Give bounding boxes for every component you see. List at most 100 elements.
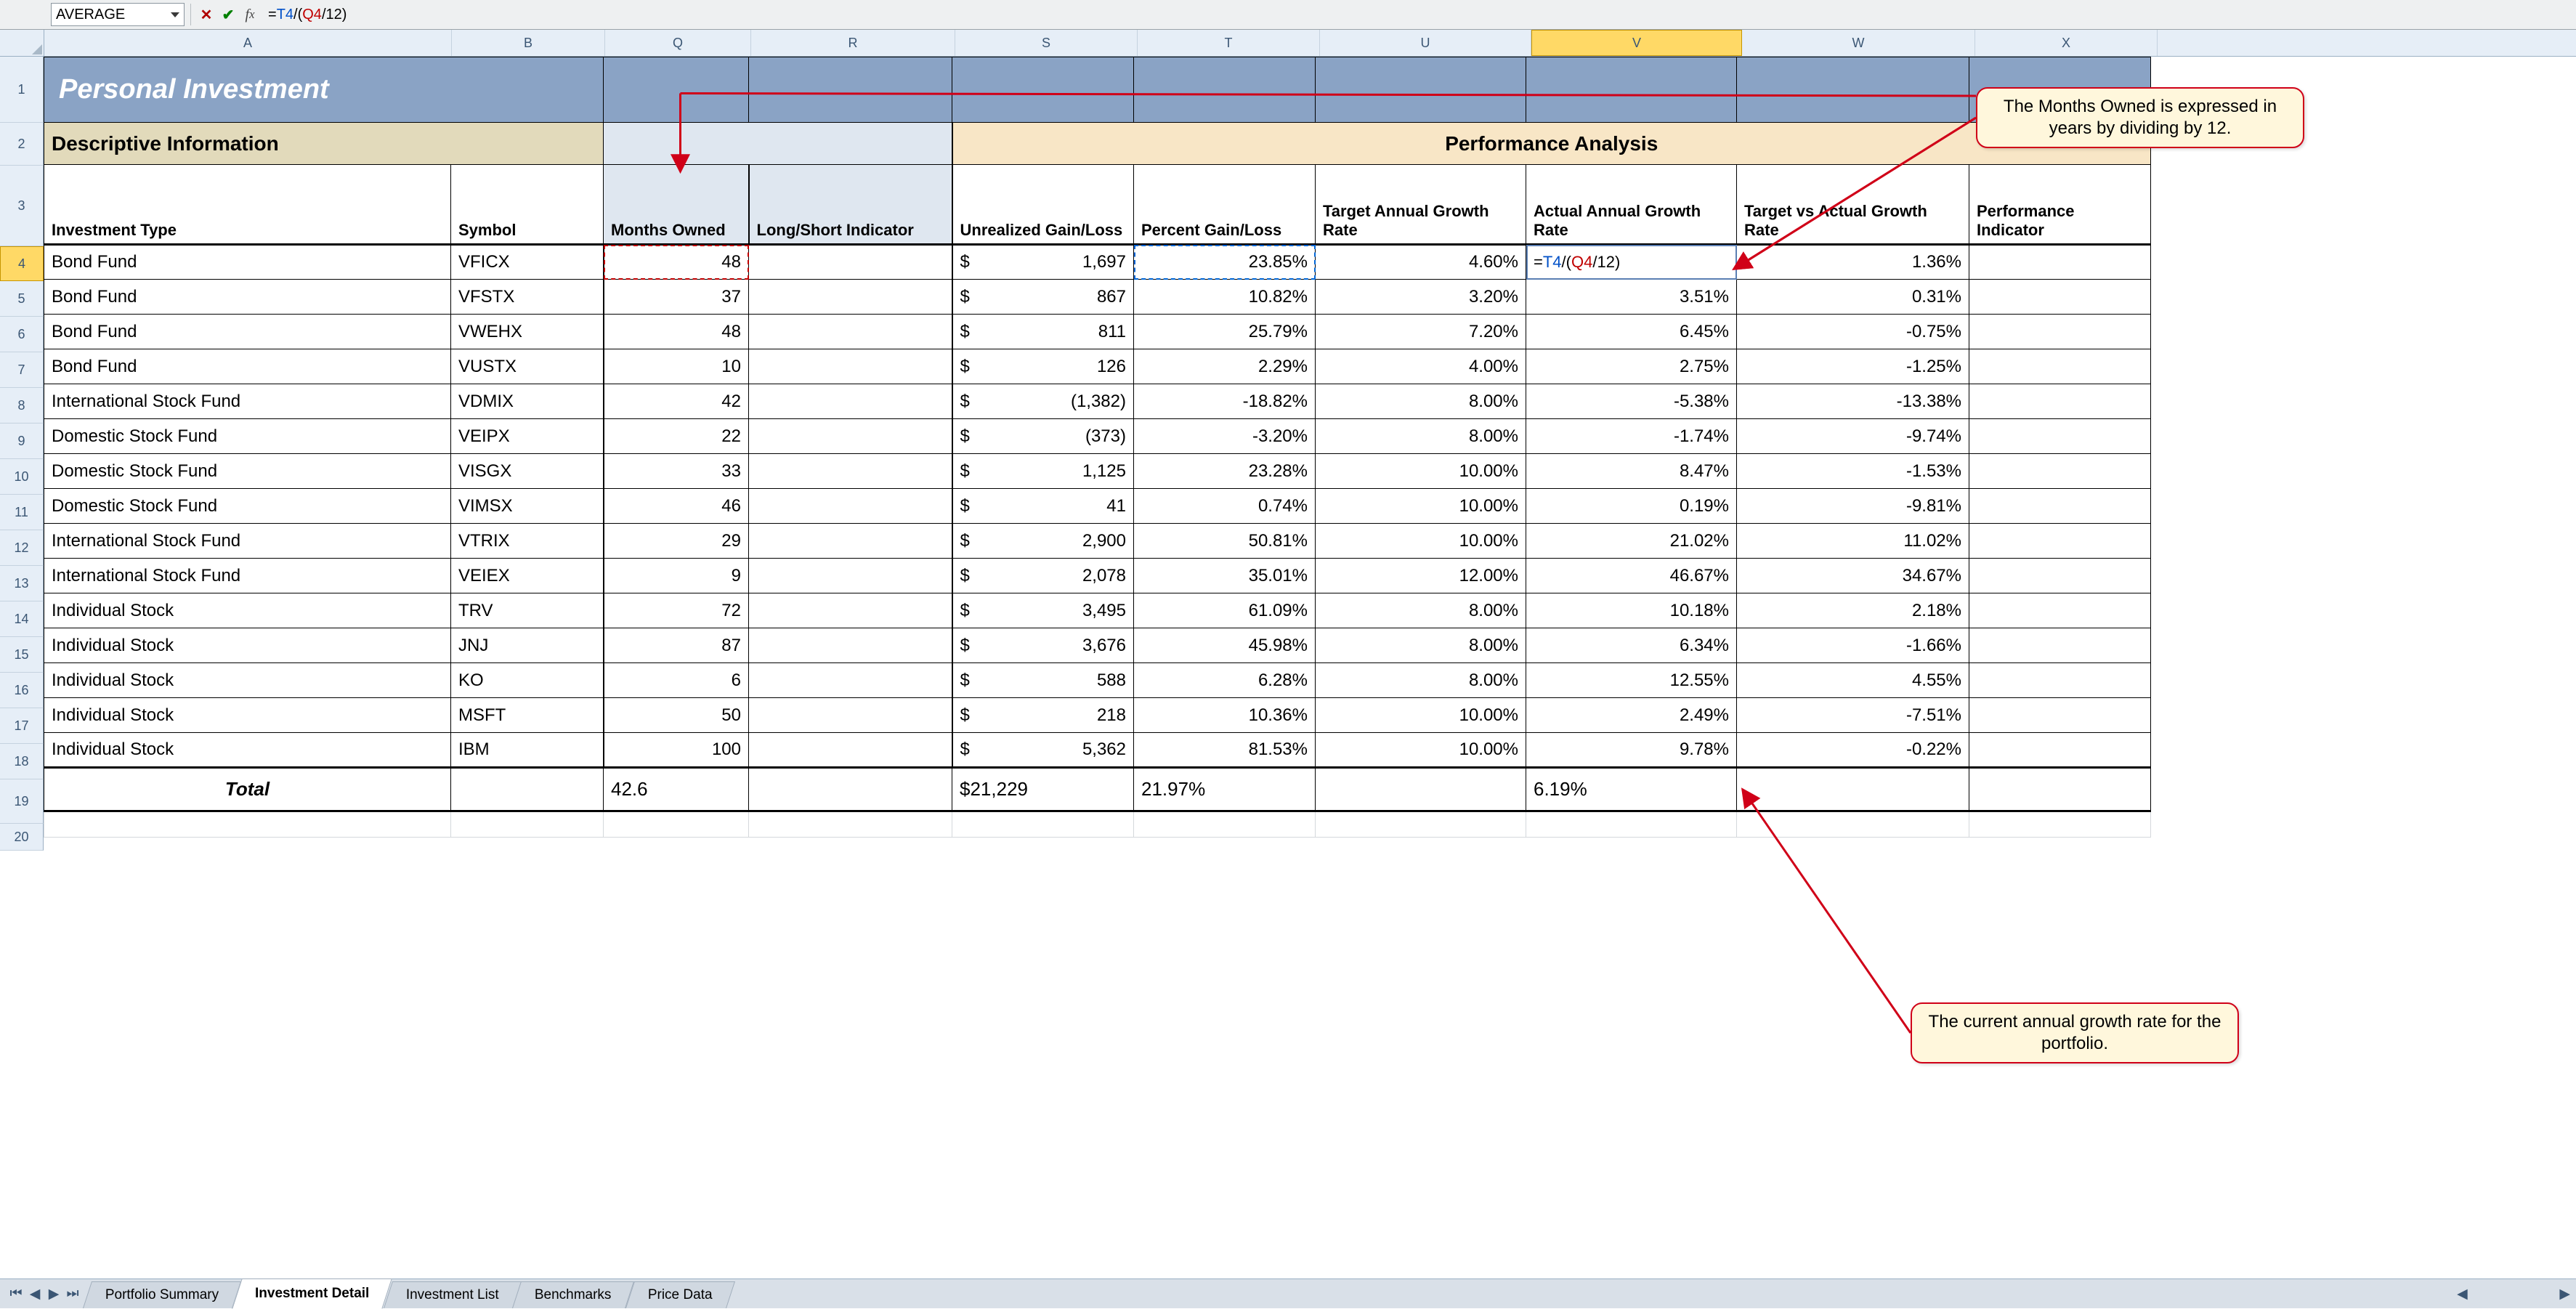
row-header-4[interactable]: 4 bbox=[0, 246, 44, 281]
cell-symbol[interactable]: VFSTX bbox=[451, 280, 604, 315]
header-cell[interactable]: Target vs Actual Growth Rate bbox=[1737, 165, 1969, 245]
cell-months[interactable]: 9 bbox=[604, 559, 749, 593]
cell-aagr[interactable]: 0.19% bbox=[1526, 489, 1737, 524]
cell-months[interactable]: 10 bbox=[604, 349, 749, 384]
cell-symbol[interactable]: JNJ bbox=[451, 628, 604, 663]
cell-ugl[interactable]: $811 bbox=[952, 315, 1134, 349]
cell-pgl[interactable]: 35.01% bbox=[1134, 559, 1316, 593]
cell-tva[interactable]: 0.31% bbox=[1737, 280, 1969, 315]
cell-ugl[interactable]: $588 bbox=[952, 663, 1134, 698]
cell-tagr[interactable]: 8.00% bbox=[1316, 384, 1526, 419]
section-performance[interactable]: Performance Analysis bbox=[952, 123, 2151, 165]
cell-tva[interactable]: 4.55% bbox=[1737, 663, 1969, 698]
cell-aagr[interactable]: 3.51% bbox=[1526, 280, 1737, 315]
column-header-V[interactable]: V bbox=[1531, 30, 1742, 56]
cell-type[interactable]: Domestic Stock Fund bbox=[44, 454, 451, 489]
tab-nav-last-button[interactable]: ⏭ bbox=[64, 1285, 81, 1302]
cell-aagr-active[interactable]: =T4/(Q4/12) bbox=[1526, 245, 1737, 280]
cell-total-pgl[interactable]: 21.97% bbox=[1134, 768, 1316, 811]
cell-ls[interactable] bbox=[749, 280, 952, 315]
name-box-dropdown-icon[interactable] bbox=[171, 12, 179, 17]
cell-tagr[interactable]: 10.00% bbox=[1316, 524, 1526, 559]
cell-total-aagr[interactable]: 6.19% bbox=[1526, 768, 1737, 811]
cell-ugl[interactable]: $126 bbox=[952, 349, 1134, 384]
cell-tva[interactable]: -0.22% bbox=[1737, 733, 1969, 768]
cell-type[interactable]: Domestic Stock Fund bbox=[44, 489, 451, 524]
cell-symbol[interactable]: TRV bbox=[451, 593, 604, 628]
cell-tva[interactable]: -13.38% bbox=[1737, 384, 1969, 419]
cell-pgl[interactable]: 23.85% bbox=[1134, 245, 1316, 280]
cell-tagr[interactable]: 10.00% bbox=[1316, 698, 1526, 733]
cell-ls[interactable] bbox=[749, 593, 952, 628]
row-header-19[interactable]: 19 bbox=[0, 779, 44, 824]
cell-pgl[interactable]: 2.29% bbox=[1134, 349, 1316, 384]
row-header-3[interactable]: 3 bbox=[0, 166, 44, 246]
cell-tva[interactable]: 34.67% bbox=[1737, 559, 1969, 593]
cell-perf[interactable] bbox=[1969, 698, 2151, 733]
cell-months[interactable]: 100 bbox=[604, 733, 749, 768]
cell-perf[interactable] bbox=[1969, 593, 2151, 628]
cell-ugl[interactable]: $3,495 bbox=[952, 593, 1134, 628]
header-cell[interactable]: Unrealized Gain/Loss bbox=[952, 165, 1134, 245]
cell-total-months[interactable]: 42.6 bbox=[604, 768, 749, 811]
tab-scroll-indicator[interactable]: ◀ ▶ bbox=[2451, 1283, 2576, 1305]
cell-months[interactable]: 29 bbox=[604, 524, 749, 559]
cell-aagr[interactable]: 10.18% bbox=[1526, 593, 1737, 628]
spreadsheet-grid[interactable]: Personal InvestmentDescriptive Informati… bbox=[44, 57, 2151, 838]
cell-perf[interactable] bbox=[1969, 733, 2151, 768]
cell-tagr[interactable]: 8.00% bbox=[1316, 628, 1526, 663]
formula-input[interactable]: =T4/(Q4/12) bbox=[264, 4, 2576, 25]
cell-pgl[interactable]: 10.36% bbox=[1134, 698, 1316, 733]
cell-pgl[interactable]: 25.79% bbox=[1134, 315, 1316, 349]
row-header-6[interactable]: 6 bbox=[0, 317, 44, 352]
row-header-5[interactable]: 5 bbox=[0, 281, 44, 317]
header-cell[interactable]: Investment Type bbox=[44, 165, 451, 245]
cell-tagr[interactable]: 7.20% bbox=[1316, 315, 1526, 349]
cell-tagr[interactable]: 4.60% bbox=[1316, 245, 1526, 280]
cell-months[interactable]: 22 bbox=[604, 419, 749, 454]
cell-tagr[interactable]: 4.00% bbox=[1316, 349, 1526, 384]
cell-type[interactable]: Bond Fund bbox=[44, 245, 451, 280]
cell-aagr[interactable]: 9.78% bbox=[1526, 733, 1737, 768]
cell-months[interactable]: 37 bbox=[604, 280, 749, 315]
cell-pgl[interactable]: 23.28% bbox=[1134, 454, 1316, 489]
cell-ls[interactable] bbox=[749, 315, 952, 349]
row-header-13[interactable]: 13 bbox=[0, 566, 44, 601]
cell-symbol[interactable]: MSFT bbox=[451, 698, 604, 733]
cell-symbol[interactable]: VIMSX bbox=[451, 489, 604, 524]
cell-type[interactable]: Individual Stock bbox=[44, 663, 451, 698]
cell-pgl[interactable]: 81.53% bbox=[1134, 733, 1316, 768]
cell-ugl[interactable]: $867 bbox=[952, 280, 1134, 315]
row-header-2[interactable]: 2 bbox=[0, 123, 44, 166]
sheet-tab-benchmarks[interactable]: Benchmarks bbox=[512, 1281, 634, 1308]
title-cell[interactable]: Personal Investment bbox=[44, 57, 604, 123]
cell-type[interactable]: Bond Fund bbox=[44, 315, 451, 349]
header-cell[interactable]: Long/Short Indicator bbox=[749, 165, 952, 245]
cell-perf[interactable] bbox=[1969, 663, 2151, 698]
cell-tva[interactable]: 2.18% bbox=[1737, 593, 1969, 628]
row-header-17[interactable]: 17 bbox=[0, 708, 44, 744]
cell-months[interactable]: 42 bbox=[604, 384, 749, 419]
row-header-8[interactable]: 8 bbox=[0, 388, 44, 423]
cell-ls[interactable] bbox=[749, 349, 952, 384]
cell-type[interactable]: Domestic Stock Fund bbox=[44, 419, 451, 454]
cell-tagr[interactable]: 12.00% bbox=[1316, 559, 1526, 593]
sheet-tab-price-data[interactable]: Price Data bbox=[625, 1281, 735, 1308]
cell-tva[interactable]: -0.75% bbox=[1737, 315, 1969, 349]
cell-pgl[interactable]: 0.74% bbox=[1134, 489, 1316, 524]
cell-symbol[interactable]: VWEHX bbox=[451, 315, 604, 349]
cell-ls[interactable] bbox=[749, 733, 952, 768]
cell-aagr[interactable]: 12.55% bbox=[1526, 663, 1737, 698]
cell-perf[interactable] bbox=[1969, 384, 2151, 419]
column-header-T[interactable]: T bbox=[1138, 30, 1320, 56]
cell-aagr[interactable]: 2.75% bbox=[1526, 349, 1737, 384]
cell-perf[interactable] bbox=[1969, 419, 2151, 454]
cell-perf[interactable] bbox=[1969, 489, 2151, 524]
cell-perf[interactable] bbox=[1969, 628, 2151, 663]
row-header-20[interactable]: 20 bbox=[0, 824, 44, 851]
cell-perf[interactable] bbox=[1969, 524, 2151, 559]
row-header-18[interactable]: 18 bbox=[0, 744, 44, 779]
cell-tagr[interactable]: 10.00% bbox=[1316, 489, 1526, 524]
cell-tva[interactable]: -9.74% bbox=[1737, 419, 1969, 454]
header-cell[interactable]: Target Annual Growth Rate bbox=[1316, 165, 1526, 245]
